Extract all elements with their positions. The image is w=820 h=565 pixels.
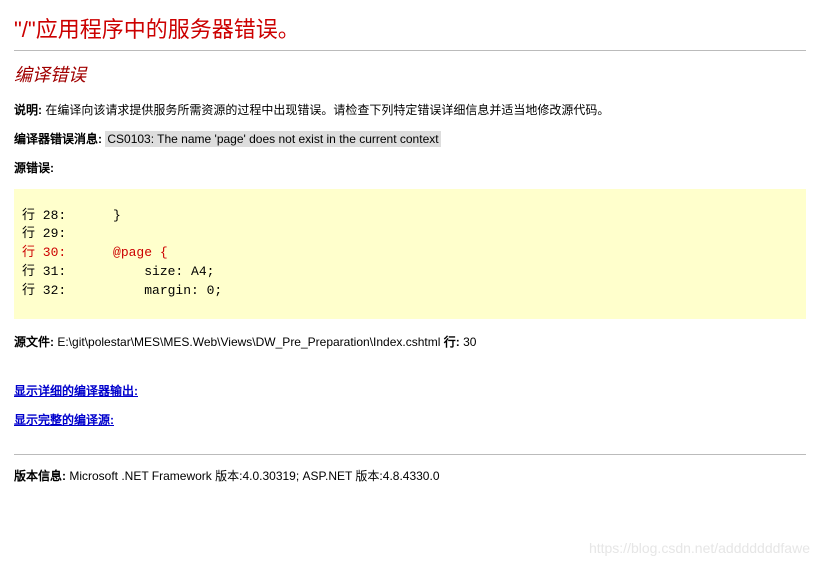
show-detailed-output-link[interactable]: 显示详细的编译器输出: — [14, 382, 138, 399]
source-code-block: 行 28: }行 29:行 30: @page {行 31: size: A4;… — [14, 189, 806, 319]
version-text: Microsoft .NET Framework 版本:4.0.30319; A… — [66, 469, 440, 483]
version-info-row: 版本信息: Microsoft .NET Framework 版本:4.0.30… — [14, 467, 806, 484]
watermark-text: https://blog.csdn.net/adddddddfawe — [589, 540, 810, 556]
link-row-full-source: 显示完整的编译源: — [14, 405, 806, 434]
code-line: 行 31: size: A4; — [22, 263, 798, 282]
show-full-source-link[interactable]: 显示完整的编译源: — [14, 411, 114, 428]
compiler-message-text: CS0103: The name 'page' does not exist i… — [105, 131, 440, 147]
code-line: 行 32: margin: 0; — [22, 282, 798, 301]
bottom-divider — [14, 454, 806, 455]
page-title: "/"应用程序中的服务器错误。 — [14, 12, 806, 44]
source-error-label-row: 源错误: — [14, 159, 806, 178]
title-divider — [14, 50, 806, 51]
source-file-label: 源文件: — [14, 335, 57, 349]
link-row-detailed: 显示详细的编译器输出: — [14, 376, 806, 405]
description-label: 说明: — [14, 103, 42, 117]
code-line: 行 29: — [22, 225, 798, 244]
description-row: 说明: 在编译向该请求提供服务所需资源的过程中出现错误。请检查下列特定错误详细信… — [14, 101, 806, 120]
error-heading: 编译错误 — [14, 61, 806, 87]
compiler-message-label: 编译器错误消息: — [14, 132, 105, 146]
source-error-label: 源错误: — [14, 161, 54, 175]
version-label: 版本信息: — [14, 469, 66, 483]
source-file-path: E:\git\polestar\MES\MES.Web\Views\DW_Pre… — [57, 335, 440, 349]
compiler-message-row: 编译器错误消息: CS0103: The name 'page' does no… — [14, 130, 806, 149]
code-line: 行 28: } — [22, 207, 798, 226]
code-line-error: 行 30: @page { — [22, 244, 798, 263]
description-text: 在编译向该请求提供服务所需资源的过程中出现错误。请检查下列特定错误详细信息并适当… — [42, 103, 609, 117]
line-number: 30 — [463, 335, 476, 349]
line-label: 行: — [440, 335, 463, 349]
source-file-row: 源文件: E:\git\polestar\MES\MES.Web\Views\D… — [14, 333, 806, 352]
